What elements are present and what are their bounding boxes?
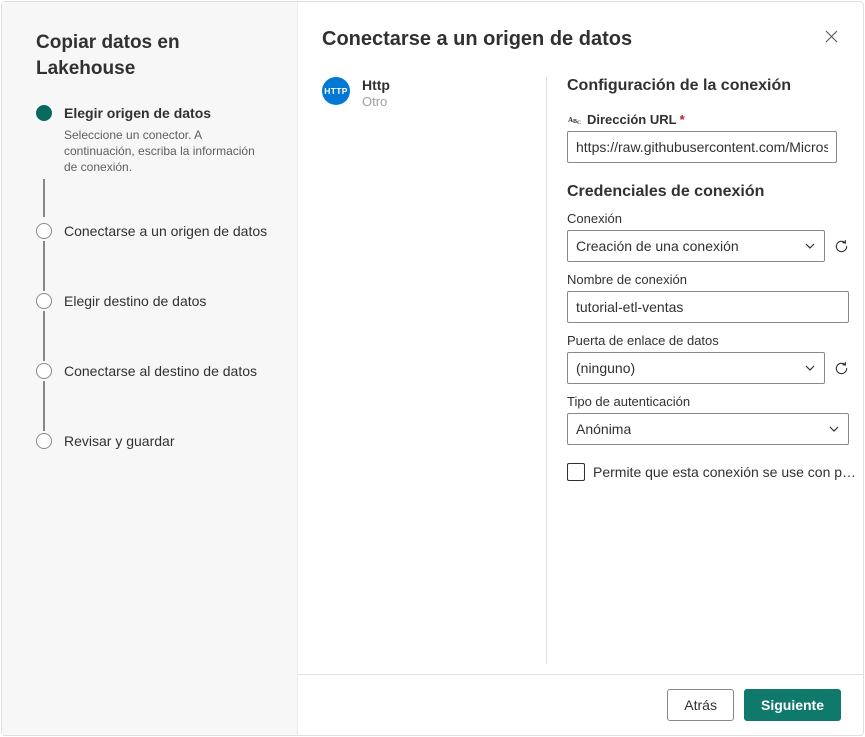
step-indicator-active	[36, 105, 52, 121]
refresh-icon	[834, 239, 849, 254]
close-icon	[825, 30, 838, 43]
wizard-footer: Atrás Siguiente	[298, 674, 863, 735]
step-indicator	[36, 223, 52, 239]
gateway-select[interactable]: (ninguno)	[567, 352, 825, 384]
sidebar-title: Copiar datos en Lakehouse	[36, 30, 275, 81]
chevron-down-icon	[804, 240, 816, 252]
step-choose-source[interactable]: Elegir origen de datos Seleccione un con…	[36, 103, 275, 175]
required-indicator: *	[680, 112, 685, 127]
wizard-sidebar: Copiar datos en Lakehouse Elegir origen …	[2, 2, 298, 735]
next-button[interactable]: Siguiente	[744, 689, 841, 721]
connector-subtitle: Otro	[362, 94, 390, 109]
step-list: Elegir origen de datos Seleccione un con…	[36, 103, 275, 451]
content-panel: Conectarse a un origen de datos HTTP Htt…	[298, 2, 863, 735]
refresh-gateway-button[interactable]	[831, 358, 851, 378]
step-connector	[43, 179, 45, 217]
text-type-icon: ABC	[567, 111, 583, 127]
step-connector	[43, 241, 45, 291]
connection-label: Conexión	[567, 211, 863, 226]
page-title: Conectarse a un origen de datos	[322, 28, 819, 51]
step-review-save[interactable]: Revisar y guardar	[36, 431, 275, 451]
auth-type-select[interactable]: Anónima	[567, 413, 849, 445]
step-connect-source[interactable]: Conectarse a un origen de datos	[36, 221, 275, 241]
url-label: ABC Dirección URL *	[567, 111, 863, 127]
step-connect-destination[interactable]: Conectarse al destino de datos	[36, 361, 275, 381]
step-connector	[43, 381, 45, 431]
connection-select[interactable]: Creación de una conexión	[567, 230, 825, 262]
step-title: Elegir origen de datos	[64, 103, 275, 123]
step-indicator	[36, 363, 52, 379]
svg-text:C: C	[577, 120, 581, 125]
chevron-down-icon	[804, 362, 816, 374]
http-icon: HTTP	[322, 77, 350, 105]
step-choose-destination[interactable]: Elegir destino de datos	[36, 291, 275, 311]
config-heading: Configuración de la conexión	[567, 77, 863, 95]
chevron-down-icon	[828, 423, 840, 435]
step-indicator	[36, 433, 52, 449]
close-button[interactable]	[819, 24, 843, 48]
step-title: Conectarse al destino de datos	[64, 361, 275, 381]
gateway-label: Puerta de enlace de datos	[567, 333, 863, 348]
connection-form: Configuración de la conexión ABC Direcci…	[547, 77, 863, 674]
gateway-allow-checkbox[interactable]	[567, 463, 585, 481]
step-connector	[43, 311, 45, 361]
connection-name-label: Nombre de conexión	[567, 272, 863, 287]
step-title: Elegir destino de datos	[64, 291, 275, 311]
connector-info: HTTP Http Otro	[322, 77, 546, 674]
back-button[interactable]: Atrás	[667, 689, 734, 721]
step-indicator	[36, 293, 52, 309]
gateway-allow-label: Permite que esta conexión se use con pue…	[593, 464, 863, 480]
auth-type-label: Tipo de autenticación	[567, 394, 863, 409]
credentials-heading: Credenciales de conexión	[567, 183, 863, 201]
connector-name: Http	[362, 77, 390, 93]
gateway-allow-row: Permite que esta conexión se use con pue…	[567, 463, 863, 481]
step-title: Conectarse a un origen de datos	[64, 221, 275, 241]
step-title: Revisar y guardar	[64, 431, 275, 451]
url-input[interactable]	[567, 131, 837, 163]
connection-name-input[interactable]	[567, 291, 849, 323]
refresh-icon	[834, 361, 849, 376]
refresh-connection-button[interactable]	[831, 236, 851, 256]
step-description: Seleccione un conector. A continuación, …	[64, 127, 275, 175]
